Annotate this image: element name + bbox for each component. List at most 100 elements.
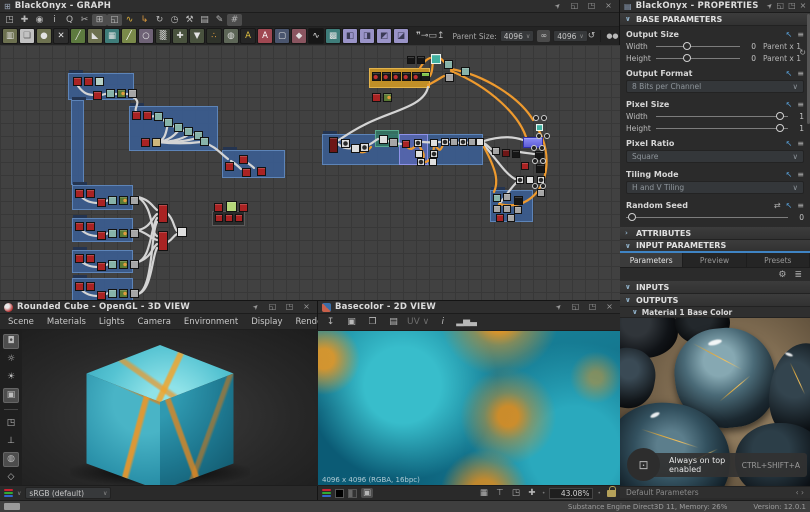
scroll-right-icon[interactable]: › [801,488,804,497]
maximize-icon[interactable]: ◳ [283,301,296,313]
expose-parameter-icon[interactable]: ↖ [786,170,793,179]
lock-icon[interactable] [607,490,616,497]
wireframe-frame-icon[interactable]: ◳ [3,416,19,431]
color-profile-icon[interactable] [322,489,331,498]
graph-node[interactable] [152,138,161,147]
graph-view-icon[interactable]: ⊞ [92,14,107,26]
expose-parameter-icon[interactable]: ↖ [786,30,793,39]
screenshot-camera-icon[interactable]: ◉ [32,14,47,26]
maximize-icon[interactable]: ◳ [585,0,598,12]
maximize-icon[interactable]: ◳ [788,0,796,12]
graph-node[interactable] [512,150,520,158]
pan-icon[interactable]: ✚ [17,14,32,26]
background-gray-swatch[interactable] [348,489,357,498]
graph-node[interactable] [86,254,95,263]
graph-node[interactable] [407,56,415,64]
parameter-menu-icon[interactable]: ≡ [797,100,804,109]
node-palette-icon[interactable]: ✚ [172,28,188,44]
link-wh-icon[interactable]: ↻ [799,48,806,57]
node-palette-icon[interactable]: ◨ [359,28,375,44]
todo-pin-icon[interactable]: ↥ [437,30,445,42]
menu-display[interactable]: Display [251,317,282,327]
graph-node[interactable] [514,206,522,214]
graph-node[interactable] [496,214,504,222]
snapshot-icon[interactable]: ▣ [3,388,19,403]
frame-all-icon[interactable]: ◳ [2,14,17,26]
maximize-icon[interactable]: ◳ [586,301,599,313]
tab-parameters[interactable]: Parameters [620,253,683,267]
graph-node[interactable] [329,137,338,153]
parent-size-height-select[interactable]: 4096∨ [553,30,588,42]
output-width-mode[interactable]: Parent x 1 [760,42,804,51]
graph-node[interactable] [158,204,168,223]
background-black-swatch[interactable] [335,489,344,498]
graph-node[interactable] [429,158,437,166]
node-palette-icon[interactable]: ∴ [206,28,222,44]
node-palette-icon[interactable]: ● [36,28,52,44]
graph-node[interactable] [341,139,350,148]
close-icon[interactable]: × [300,301,313,313]
graph-node[interactable] [521,162,529,170]
tab-presets[interactable]: Presets [747,253,810,267]
graph-node[interactable] [97,291,106,300]
graph-node[interactable] [128,89,137,98]
expose-parameter-icon[interactable]: ↖ [786,100,793,109]
output-height-slider[interactable] [656,54,740,62]
output-height-value[interactable]: 0 [744,54,756,63]
graph-node[interactable] [459,138,467,146]
graph-node[interactable] [441,138,449,146]
node-palette-icon[interactable]: ❏ [19,28,35,44]
graph-node[interactable] [351,144,360,153]
graph-node[interactable] [402,72,411,81]
graph-node[interactable] [73,77,82,86]
menu-materials[interactable]: Materials [47,317,86,327]
parameter-menu-icon[interactable]: ≡ [797,30,804,39]
graph-node[interactable] [106,89,115,98]
restore-icon[interactable]: ◱ [568,0,581,12]
tab-preview[interactable]: Preview [683,253,746,267]
graph-node[interactable] [444,60,453,69]
graph-node[interactable] [174,123,183,132]
graph-node[interactable] [536,124,543,131]
pixel-height-slider[interactable] [656,124,788,132]
image-display-toggle[interactable]: ▣ [361,488,373,498]
graph-node[interactable] [493,194,501,202]
view3d-viewport[interactable] [0,330,318,486]
graph-node[interactable] [108,196,117,205]
compact-view-icon[interactable]: ◱ [107,14,122,26]
graph-node[interactable] [130,196,139,205]
zoom-icon[interactable]: Q [62,14,77,26]
section-input-parameters[interactable]: ∨ INPUT PARAMETERS [620,240,810,253]
pixel-ratio-dropdown[interactable]: Square ∨ [626,150,804,163]
graph-node[interactable] [117,89,126,98]
axes-icon[interactable]: ⊥ [3,434,19,449]
graph-node[interactable] [97,262,106,271]
output-width-value[interactable]: 0 [744,42,756,51]
pin-icon[interactable]: ➤ [552,301,565,313]
parameter-menu-icon[interactable]: ≡ [797,69,804,78]
graph-node[interactable] [372,93,381,102]
graph-node[interactable] [389,138,398,147]
cube-geometry-icon[interactable]: ◇ [3,470,19,485]
graph-node[interactable] [154,112,163,121]
graph-node[interactable] [541,115,547,121]
graph-node[interactable] [119,229,128,238]
image-mode-icon[interactable]: ▤ [386,316,401,328]
pin-node-icon[interactable]: ⊸ [421,30,429,42]
graph-node[interactable] [164,118,173,127]
graph-node[interactable] [507,214,515,222]
graph-node[interactable] [372,72,381,81]
graph-node[interactable] [431,54,441,64]
graph-node[interactable] [242,168,251,177]
uv-select-icon[interactable]: UV ∨ [407,316,429,328]
paint-icon[interactable]: ✎ [212,14,227,26]
graph-node[interactable] [544,133,550,139]
graph-node[interactable] [130,260,139,269]
graph-node[interactable] [430,139,438,147]
thumbnails-icon[interactable]: ▤ [197,14,212,26]
graph-node[interactable] [132,111,141,120]
material-base-color-header[interactable]: ∨ Material 1 Base Color [620,307,810,318]
graph-node[interactable] [421,72,430,81]
graph-node[interactable] [119,289,128,298]
graph-node[interactable] [141,138,150,147]
